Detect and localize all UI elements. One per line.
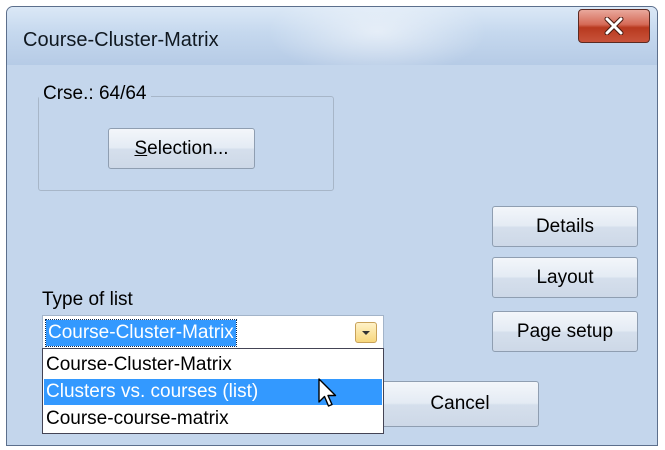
details-button[interactable]: Details — [492, 206, 638, 247]
combobox-selected-value: Course-Cluster-Matrix — [45, 319, 237, 347]
list-type-label: Type of list — [42, 289, 133, 310]
cancel-button[interactable]: Cancel — [381, 381, 539, 427]
course-count-label: Crse.: 64/64 — [39, 83, 151, 105]
list-type-combobox[interactable]: Course-Cluster-Matrix — [42, 315, 384, 349]
page-setup-button[interactable]: Page setup — [492, 311, 638, 352]
window-title: Course-Cluster-Matrix — [23, 29, 219, 51]
mouse-pointer-icon — [318, 378, 337, 407]
dialog-window: Course-Cluster-Matrix Crse.: 64/64 Selec… — [6, 6, 658, 446]
dropdown-option[interactable]: Course-Cluster-Matrix — [44, 352, 382, 378]
selection-label: election... — [147, 137, 229, 159]
title-bar[interactable]: Course-Cluster-Matrix — [7, 7, 657, 77]
selection-mnemonic: S — [134, 137, 148, 159]
selection-button[interactable]: Selection... — [108, 128, 255, 169]
layout-button[interactable]: Layout — [492, 257, 638, 298]
dropdown-arrow-icon[interactable] — [355, 322, 377, 343]
close-x-icon — [604, 17, 624, 35]
close-button[interactable] — [578, 9, 650, 43]
dialog-client-area: Crse.: 64/64 Selection... Details Layout… — [15, 65, 649, 439]
